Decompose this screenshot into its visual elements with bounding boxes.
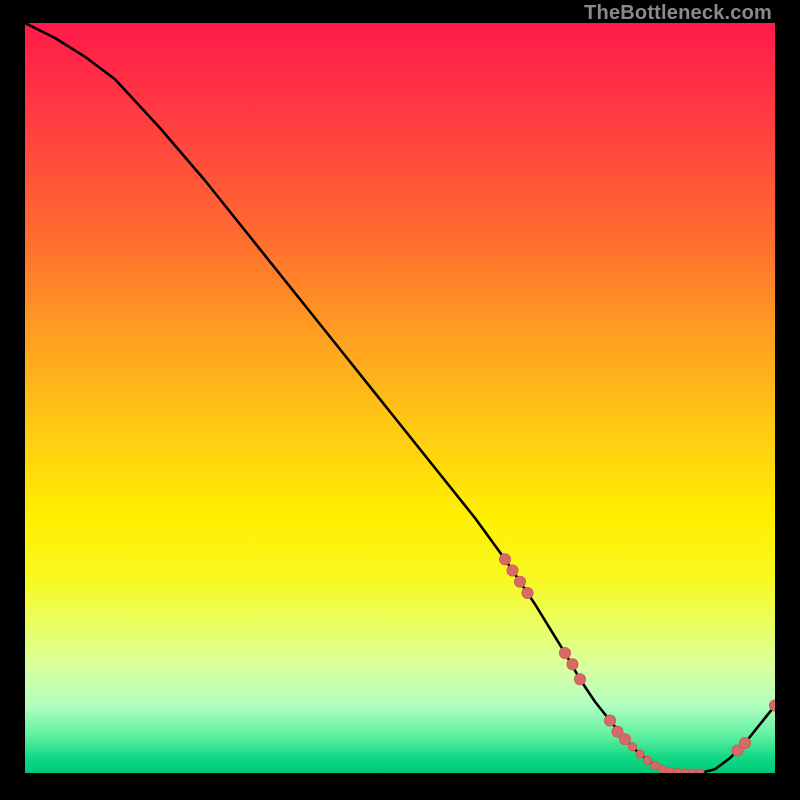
data-marker xyxy=(643,756,651,764)
data-marker xyxy=(688,769,696,773)
data-marker xyxy=(673,768,681,773)
data-marker xyxy=(696,769,704,773)
data-marker xyxy=(507,565,518,576)
data-marker xyxy=(739,737,750,748)
data-marker xyxy=(567,659,578,670)
data-marker xyxy=(619,734,630,745)
data-marker xyxy=(651,761,659,769)
data-marker xyxy=(604,715,615,726)
data-marker xyxy=(499,554,510,565)
data-marker xyxy=(559,647,570,658)
watermark-label: TheBottleneck.com xyxy=(584,2,772,25)
marker-layer xyxy=(499,554,775,773)
data-marker xyxy=(514,576,525,587)
curve-layer xyxy=(25,23,775,773)
data-marker xyxy=(522,587,533,598)
data-marker xyxy=(681,769,689,773)
data-marker xyxy=(636,750,644,758)
data-marker xyxy=(574,674,585,685)
chart-stage: TheBottleneck.com xyxy=(0,0,800,800)
data-marker xyxy=(628,743,636,751)
chart-svg xyxy=(25,23,775,773)
bottleneck-curve xyxy=(25,23,775,773)
